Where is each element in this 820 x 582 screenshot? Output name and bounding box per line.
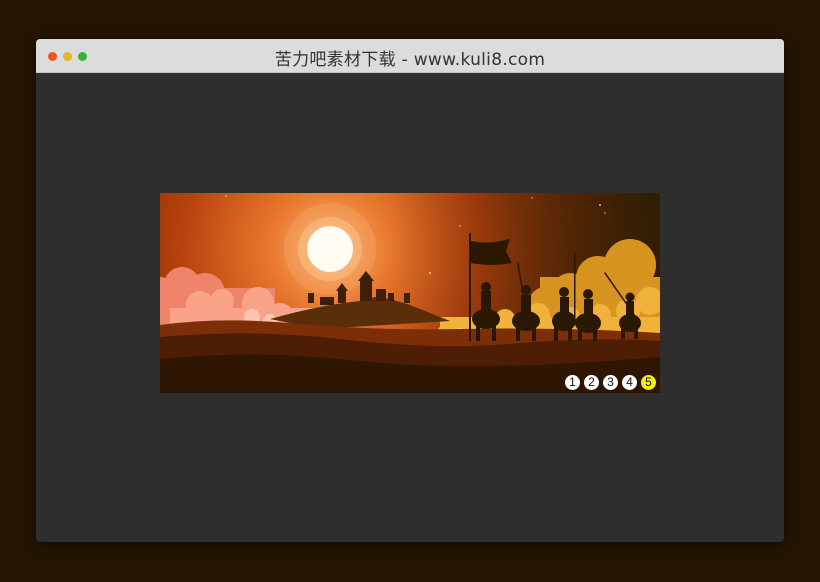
slide-image: [160, 193, 660, 393]
pager-dot-1[interactable]: 1: [565, 375, 580, 390]
pager-dot-2[interactable]: 2: [584, 375, 599, 390]
pager-dot-5[interactable]: 5: [641, 375, 656, 390]
slide-pager: 1 2 3 4 5: [565, 375, 656, 390]
pager-dot-3[interactable]: 3: [603, 375, 618, 390]
sun-shape: [307, 226, 353, 272]
pager-dot-4[interactable]: 4: [622, 375, 637, 390]
browser-window: 苦力吧素材下载 - www.kuli8.com 1 2 3 4 5: [36, 39, 784, 542]
window-title: 苦力吧素材下载 - www.kuli8.com: [274, 50, 546, 70]
image-slider: 1 2 3 4 5: [160, 193, 660, 393]
title-bar: 苦力吧素材下载 - www.kuli8.com: [36, 39, 784, 73]
